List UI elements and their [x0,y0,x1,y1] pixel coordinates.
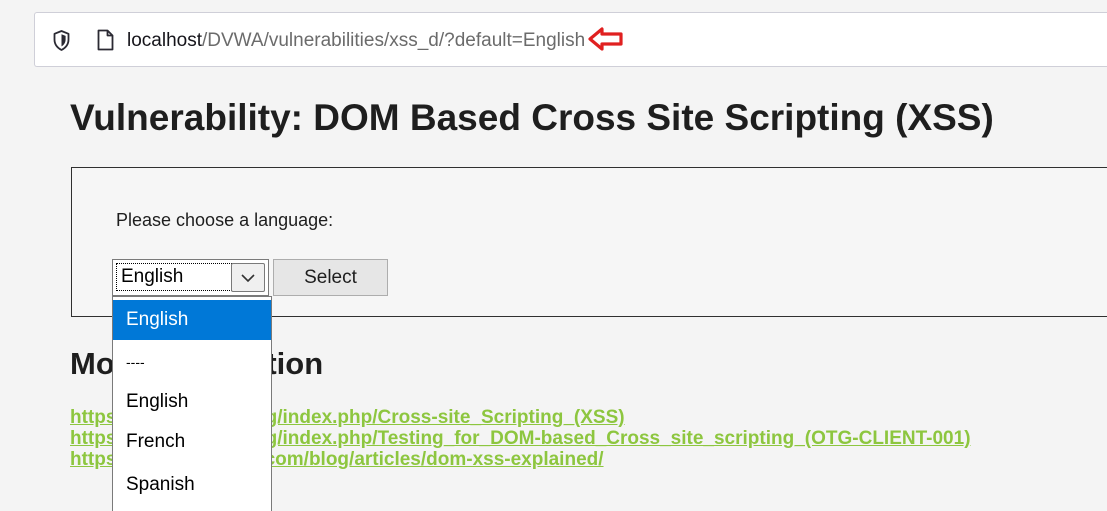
dropdown-option-separator[interactable]: ---- [113,342,271,382]
left-arrow-icon [588,27,623,51]
page-icon[interactable] [97,29,114,51]
language-select[interactable]: English [112,259,269,296]
dropdown-option-french[interactable]: French [113,422,271,462]
select-button[interactable]: Select [273,259,388,296]
url-path: /DVWA/vulnerabilities/xss_d/?default=Eng… [202,30,586,51]
shield-icon[interactable] [53,30,70,51]
dropdown-option-english-highlighted[interactable]: English [113,300,271,340]
address-bar[interactable]: localhost/DVWA/vulnerabilities/xss_d/?de… [34,12,1107,67]
chevron-down-icon [241,274,255,283]
language-prompt: Please choose a language: [116,210,334,230]
language-select-value: English [116,263,236,291]
dropdown-option-spanish[interactable]: Spanish [113,465,271,505]
url-text[interactable]: localhost/DVWA/vulnerabilities/xss_d/?de… [127,27,624,55]
page-title: Vulnerability: DOM Based Cross Site Scri… [70,97,994,138]
dropdown-option-english[interactable]: English [113,382,271,422]
language-dropdown-list: English ---- English French Spanish [112,296,272,511]
select-dropdown-button[interactable] [231,263,265,292]
url-host: localhost [127,30,202,51]
